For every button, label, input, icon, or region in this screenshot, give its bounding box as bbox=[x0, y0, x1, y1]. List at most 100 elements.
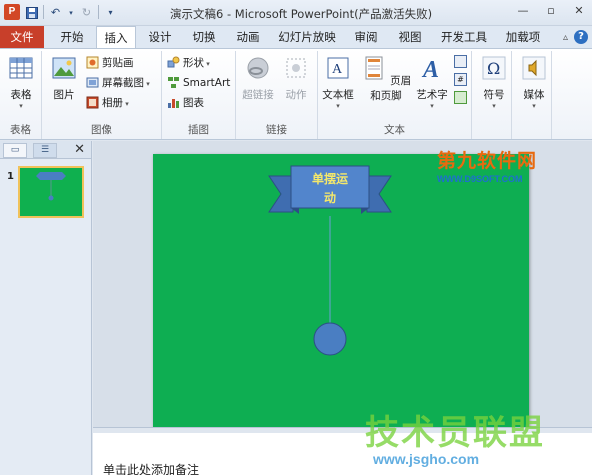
slide-number-icon[interactable]: # bbox=[454, 73, 467, 86]
tab-animations[interactable]: 动画 bbox=[229, 26, 267, 48]
group-label-table: 表格 bbox=[10, 124, 31, 136]
table-button[interactable]: 表格 ▾ bbox=[6, 55, 36, 110]
banner-text-line2: 动 bbox=[323, 191, 336, 205]
screenshot-icon bbox=[86, 77, 99, 88]
group-illustration: 形状 ▾ SmartArt 图表 插图 bbox=[162, 51, 236, 139]
close-icon[interactable]: ✕ bbox=[572, 3, 586, 19]
svg-text:A: A bbox=[421, 57, 439, 81]
group-label-image: 图像 bbox=[91, 124, 112, 136]
group-link: 超链接 动作 链接 bbox=[236, 51, 318, 139]
banner-text-line1: 单摆运 bbox=[311, 172, 348, 186]
chevron-down-icon: ▾ bbox=[336, 102, 340, 110]
watermark-jsgho-title: 技术员联盟 bbox=[365, 413, 545, 453]
photo-album-icon bbox=[86, 96, 99, 109]
textbox-button[interactable]: A 文本框 ▾ bbox=[320, 55, 356, 110]
chart-button[interactable]: 图表 bbox=[167, 95, 204, 111]
banner-text[interactable]: 单摆运 动 bbox=[293, 170, 367, 208]
tab-file[interactable]: 文件 bbox=[0, 26, 44, 48]
date-time-icon[interactable] bbox=[454, 55, 467, 68]
minimize-ribbon-icon[interactable]: ▵ bbox=[563, 32, 568, 43]
quick-access-toolbar: ↶ ▾ ↻ ▾ bbox=[24, 5, 118, 20]
wordart-icon: A bbox=[421, 57, 439, 83]
clipart-icon bbox=[86, 56, 99, 69]
action-button[interactable]: 动作 bbox=[280, 55, 312, 102]
watermark-jsgho: 技术员联盟 www.jsgho.com bbox=[365, 405, 565, 475]
slide-canvas[interactable]: 单摆运 动 bbox=[153, 154, 529, 437]
text-small-icons: # bbox=[454, 55, 468, 104]
object-icon[interactable] bbox=[454, 91, 467, 104]
tab-outline[interactable]: ☰ bbox=[33, 143, 57, 158]
slides-pane: ▭ ☰ ✕ 1 bbox=[0, 141, 92, 475]
notes-placeholder[interactable]: 单击此处添加备注 bbox=[103, 461, 199, 475]
group-label-text: 文本 bbox=[384, 124, 405, 136]
chevron-down-icon: ▾ bbox=[492, 102, 496, 110]
tab-insert[interactable]: 插入 bbox=[96, 26, 136, 49]
chevron-down-icon: ▾ bbox=[430, 102, 434, 110]
watermark-d9soft-url: WWW.D9SOFT.COM bbox=[437, 174, 523, 184]
omega-icon: Ω bbox=[482, 56, 506, 80]
wordart-button[interactable]: A 艺术字 ▾ bbox=[414, 55, 450, 110]
close-pane-icon[interactable]: ✕ bbox=[74, 142, 85, 157]
slide-thumbnail[interactable] bbox=[18, 166, 84, 218]
tab-addins[interactable]: 加载项 bbox=[500, 26, 546, 48]
chevron-down-icon: ▾ bbox=[532, 102, 536, 110]
header-footer-button[interactable]: 页眉和页脚 bbox=[358, 55, 414, 103]
tab-view[interactable]: 视图 bbox=[392, 26, 428, 48]
group-label-illustration: 插图 bbox=[188, 124, 209, 136]
tab-slides-thumbnails[interactable]: ▭ bbox=[3, 143, 27, 158]
symbol-button[interactable]: Ω 符号 ▾ bbox=[478, 55, 510, 110]
tab-transitions[interactable]: 切换 bbox=[185, 26, 223, 48]
ribbon-insert-panel: 表格 ▾ 表格 图片 剪贴画 屏幕截图 ▾ 相册 ▾ 图像 形状 ▾ Smart… bbox=[0, 48, 592, 140]
window-title: 演示文稿6 - Microsoft PowerPoint(产品激活失败) bbox=[170, 7, 433, 21]
undo-dropdown-icon[interactable]: ▾ bbox=[67, 5, 75, 20]
action-icon bbox=[286, 58, 306, 78]
restore-icon[interactable]: ▫ bbox=[544, 3, 558, 19]
media-speaker-icon bbox=[522, 56, 546, 80]
media-button[interactable]: 媒体 ▾ bbox=[518, 55, 550, 110]
group-text: A 文本框 ▾ 页眉和页脚 A 艺术字 ▾ # 文本 bbox=[318, 51, 472, 139]
watermark-d9soft-title: 第九软件网 bbox=[437, 150, 538, 172]
hyperlink-button[interactable]: 超链接 bbox=[240, 55, 276, 102]
textbox-icon: A bbox=[327, 57, 349, 79]
ribbon-help-area: ▵ ? bbox=[563, 30, 588, 44]
tab-design[interactable]: 设计 bbox=[141, 26, 179, 48]
redo-icon[interactable]: ↻ bbox=[79, 5, 94, 20]
picture-button[interactable]: 图片 bbox=[48, 55, 80, 102]
chevron-down-icon: ▾ bbox=[19, 102, 23, 110]
tab-slideshow[interactable]: 幻灯片放映 bbox=[275, 26, 339, 48]
slide-number: 1 bbox=[7, 171, 14, 182]
photo-album-button[interactable]: 相册 ▾ bbox=[86, 95, 129, 111]
powerpoint-app-icon[interactable]: P bbox=[4, 4, 20, 20]
undo-icon[interactable]: ↶ bbox=[48, 5, 63, 20]
tab-home[interactable]: 开始 bbox=[52, 26, 92, 48]
group-media: 媒体 ▾ bbox=[516, 51, 552, 139]
title-bar: P ↶ ▾ ↻ ▾ 演示文稿6 - Microsoft PowerPoint(产… bbox=[0, 0, 592, 26]
pendulum-bob[interactable] bbox=[313, 322, 347, 356]
window-controls: — ▫ ✕ bbox=[516, 3, 586, 19]
help-icon[interactable]: ? bbox=[574, 30, 588, 44]
tab-developer[interactable]: 开发工具 bbox=[436, 26, 492, 48]
chart-icon bbox=[168, 99, 179, 108]
minimize-icon[interactable]: — bbox=[516, 3, 530, 19]
screenshot-button[interactable]: 屏幕截图 ▾ bbox=[86, 75, 150, 91]
tab-review[interactable]: 审阅 bbox=[348, 26, 384, 48]
clipart-button[interactable]: 剪贴画 bbox=[86, 55, 134, 71]
group-label-link: 链接 bbox=[266, 124, 287, 136]
shapes-button[interactable]: 形状 ▾ bbox=[167, 55, 210, 71]
save-icon[interactable] bbox=[24, 5, 39, 20]
shapes-icon bbox=[167, 56, 180, 68]
svg-text:Ω: Ω bbox=[487, 59, 500, 78]
customize-qat-icon[interactable]: ▾ bbox=[103, 5, 118, 20]
table-icon bbox=[9, 57, 33, 79]
slide-thumbnail-preview bbox=[36, 172, 66, 201]
group-symbol: Ω 符号 ▾ bbox=[476, 51, 512, 139]
picture-icon bbox=[52, 57, 76, 79]
header-footer-icon bbox=[365, 56, 383, 80]
watermark-d9soft: 第九软件网 WWW.D9SOFT.COM bbox=[437, 146, 547, 186]
smartart-button[interactable]: SmartArt bbox=[167, 75, 230, 91]
smartart-icon bbox=[168, 77, 179, 88]
hyperlink-icon bbox=[247, 57, 269, 79]
ribbon-tab-bar: 文件 开始 插入 设计 切换 动画 幻灯片放映 审阅 视图 开发工具 加载项 ▵… bbox=[0, 26, 592, 49]
group-table: 表格 ▾ 表格 bbox=[0, 51, 42, 139]
svg-text:A: A bbox=[332, 62, 343, 77]
